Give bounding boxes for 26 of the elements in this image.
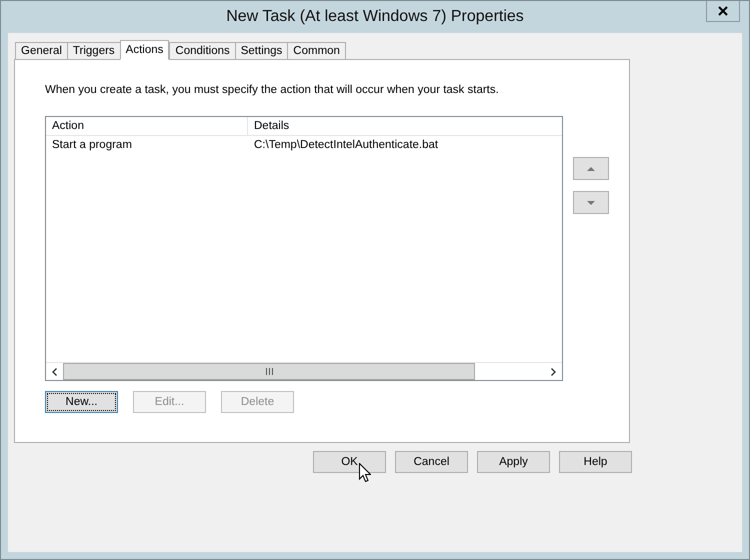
close-icon [718, 6, 728, 16]
chevron-right-icon [551, 368, 556, 376]
chevron-left-icon [52, 368, 57, 376]
tab[interactable]: Settings [234, 42, 288, 59]
dialog-button[interactable]: Cancel [395, 451, 468, 473]
window-title: New Task (At least Windows 7) Properties [226, 8, 524, 26]
table-cell-text: C:\Temp\DetectIntelAuthenticate.bat [253, 138, 438, 150]
column-header[interactable]: Action [46, 117, 248, 135]
action-button[interactable]: New... [45, 391, 118, 413]
close-button[interactable] [706, 1, 740, 22]
dialog-button[interactable]: OK [313, 451, 386, 473]
triangle-down-icon [587, 200, 595, 204]
column-header[interactable]: Details [248, 117, 562, 135]
instruction-text: When you create a task, you must specify the action that will occur when your task starts. [45, 84, 500, 96]
tab[interactable]: General [15, 42, 68, 59]
mouse-pointer-icon [359, 463, 371, 482]
triangle-up-icon [587, 166, 595, 170]
dialog-button[interactable]: Help [559, 451, 632, 473]
tab[interactable]: Actions [120, 40, 170, 60]
scrollbar-thumb[interactable] [63, 363, 475, 380]
tab[interactable]: Common [287, 42, 346, 59]
tab[interactable]: Triggers [66, 42, 121, 59]
dialog-button[interactable]: Apply [477, 451, 550, 473]
table-cell-text: Start a program [51, 138, 133, 150]
grip-icon [266, 368, 272, 375]
tab[interactable]: Conditions [169, 42, 236, 59]
